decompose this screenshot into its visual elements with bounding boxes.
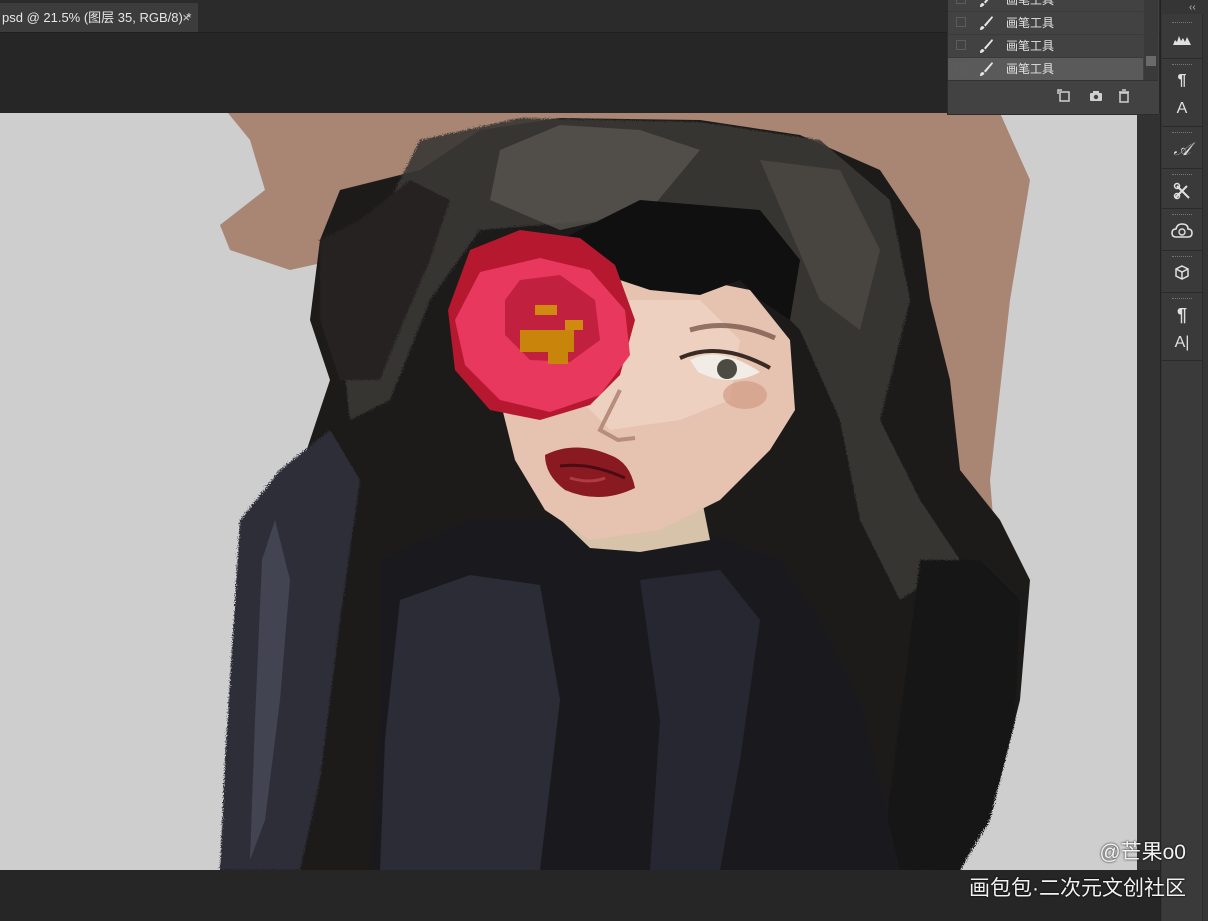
dock-grip[interactable] xyxy=(1172,132,1192,135)
history-item-active[interactable]: 画笔工具 xyxy=(948,58,1143,81)
history-item[interactable]: 画笔工具 xyxy=(948,12,1143,35)
brush-icon xyxy=(980,0,989,7)
watermark-author: @芒果o0 xyxy=(1099,841,1186,864)
history-checkbox[interactable] xyxy=(956,40,966,50)
history-scrollbar[interactable] xyxy=(1144,0,1158,80)
close-icon[interactable]: × xyxy=(182,3,190,32)
document-tab[interactable]: psd @ 21.5% (图层 35, RGB/8) * × xyxy=(0,3,198,32)
document-tab-title: psd @ 21.5% (图层 35, RGB/8) * xyxy=(2,10,192,25)
tool-presets-icon[interactable] xyxy=(1168,178,1196,204)
dock-grip[interactable] xyxy=(1172,214,1192,217)
paragraph-styles-icon[interactable]: ¶ xyxy=(1168,68,1196,94)
history-checkbox[interactable] xyxy=(956,17,966,27)
canvas[interactable] xyxy=(0,113,1137,870)
scroll-thumb[interactable] xyxy=(1146,56,1156,66)
new-document-from-state-icon[interactable] xyxy=(1056,88,1072,104)
trash-icon[interactable] xyxy=(1116,88,1132,104)
history-item[interactable]: 画笔工具 xyxy=(948,35,1143,58)
dock-grip[interactable] xyxy=(1172,174,1192,177)
brush-icon xyxy=(980,39,993,53)
history-item-label: 画笔工具 xyxy=(1006,16,1055,30)
collapse-icon[interactable]: ‹‹ xyxy=(1189,2,1196,13)
options-area xyxy=(0,33,948,113)
history-item-label: 画笔工具 xyxy=(1006,0,1055,7)
dock-grip[interactable] xyxy=(1172,22,1192,25)
history-item[interactable]: 画笔工具 xyxy=(948,0,1143,12)
character-styles-icon[interactable]: A xyxy=(1168,96,1196,122)
camera-icon[interactable] xyxy=(1088,88,1104,104)
dock-grip[interactable] xyxy=(1172,256,1192,259)
watermark-site: 画包包·二次元文创社区 xyxy=(969,877,1186,900)
history-checkbox[interactable] xyxy=(956,0,966,4)
dock-grip[interactable] xyxy=(1172,64,1192,67)
histogram-icon[interactable] xyxy=(1168,26,1196,52)
paragraph-icon[interactable]: ¶ xyxy=(1168,302,1196,328)
history-item-label: 画笔工具 xyxy=(1006,62,1055,76)
icon-column: ¶ A 𝒜 ¶ A| xyxy=(1162,14,1203,921)
painting xyxy=(220,113,1030,870)
brush-icon xyxy=(980,16,993,30)
libraries-icon[interactable] xyxy=(1168,218,1196,244)
vertical-scrollbar[interactable] xyxy=(1137,113,1160,870)
glyphs-icon[interactable]: 𝒜 xyxy=(1168,136,1196,162)
3d-icon[interactable] xyxy=(1168,260,1196,286)
history-footer xyxy=(948,80,1158,111)
brush-icon xyxy=(980,62,993,76)
character-icon[interactable]: A| xyxy=(1168,330,1196,356)
dock-grip[interactable] xyxy=(1172,298,1192,301)
panel-dock: ‹‹ ¶ A 𝒜 ¶ A| xyxy=(1160,0,1208,921)
history-panel: 画笔工具 画笔工具 画笔工具 画笔工具 xyxy=(947,0,1159,115)
history-item-label: 画笔工具 xyxy=(1006,39,1055,53)
history-checkbox[interactable] xyxy=(956,63,966,73)
